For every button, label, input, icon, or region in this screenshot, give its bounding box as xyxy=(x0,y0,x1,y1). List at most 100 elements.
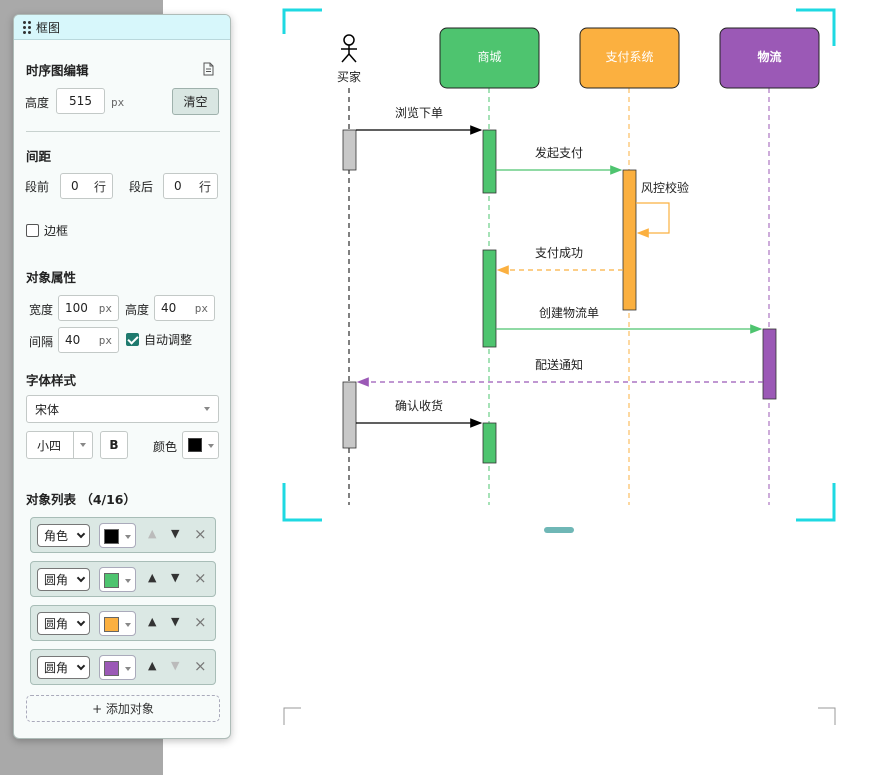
chevron-down-icon xyxy=(125,623,131,627)
space-before-input[interactable]: 0 行 xyxy=(60,173,113,199)
object-type-select[interactable]: 圆角 xyxy=(37,612,90,635)
move-down-icon[interactable]: ▼ xyxy=(171,571,179,584)
font-color-picker[interactable] xyxy=(182,431,219,459)
border-label: 边框 xyxy=(44,224,69,238)
frame-corner-bottom-left xyxy=(282,483,322,522)
bold-button[interactable]: B xyxy=(100,431,128,459)
object-color-swatch xyxy=(104,661,119,676)
document-icon[interactable] xyxy=(203,62,214,76)
clear-button[interactable]: 清空 xyxy=(172,88,219,115)
move-up-icon[interactable]: ▲ xyxy=(148,527,156,540)
object-color-picker[interactable] xyxy=(99,567,136,592)
object-color-picker[interactable] xyxy=(99,655,136,680)
object-props-title: 对象属性 xyxy=(26,270,77,285)
height-label: 高度 xyxy=(25,96,50,110)
chevron-down-icon xyxy=(80,443,86,447)
object-type-value: 圆角 xyxy=(44,617,69,631)
chevron-down-icon xyxy=(204,407,210,411)
add-object-button[interactable]: + 添加对象 xyxy=(26,695,220,722)
height-unit: px xyxy=(111,96,125,109)
object-height-input[interactable]: 40 px xyxy=(154,295,215,321)
gap-label: 间隔 xyxy=(29,335,54,349)
message-label-browse-order: 浏览下单 xyxy=(395,105,443,120)
chevron-down-icon xyxy=(76,529,86,539)
object-height-label: 高度 xyxy=(125,303,150,317)
activation-mall-1 xyxy=(482,129,497,194)
font-family-select[interactable]: 宋体 xyxy=(26,395,219,423)
activation-mall-3 xyxy=(482,422,497,464)
chevron-down-icon xyxy=(125,535,131,539)
message-label-payment-success: 支付成功 xyxy=(535,246,583,260)
font-size-value: 小四 xyxy=(27,432,74,458)
font-color-label: 颜色 xyxy=(153,440,178,454)
width-unit: px xyxy=(98,301,112,315)
space-before-unit: 行 xyxy=(93,179,106,194)
chevron-down-icon xyxy=(208,444,214,448)
message-label-delivery-notice: 配送通知 xyxy=(535,357,583,372)
space-before-value: 0 xyxy=(71,179,79,193)
move-up-icon[interactable]: ▲ xyxy=(148,571,156,584)
height-input[interactable]: 515 xyxy=(56,88,105,114)
auto-adjust-label: 自动调整 xyxy=(144,333,193,347)
spacing-title: 间距 xyxy=(26,149,52,164)
delete-icon[interactable]: × xyxy=(194,569,207,587)
gap-unit: px xyxy=(98,333,112,347)
drag-handle-icon[interactable] xyxy=(23,20,31,34)
object-type-value: 圆角 xyxy=(44,661,69,675)
space-after-input[interactable]: 0 行 xyxy=(163,173,218,199)
message-label-create-shipment: 创建物流单 xyxy=(539,306,599,320)
delete-icon[interactable]: × xyxy=(194,613,207,631)
object-row: 圆角 ▲ ▼ × xyxy=(30,649,216,685)
move-down-icon[interactable]: ▼ xyxy=(171,615,179,628)
auto-adjust-checkbox[interactable] xyxy=(126,333,139,346)
object-height-value: 40 xyxy=(161,301,177,315)
move-up-icon[interactable]: ▲ xyxy=(148,615,156,628)
chevron-down-icon xyxy=(76,661,86,671)
move-up-icon[interactable]: ▲ xyxy=(148,659,156,672)
panel-title: 框图 xyxy=(36,20,61,35)
object-row: 角色 ▲ ▼ × xyxy=(30,517,216,553)
frame-corner-bottom-right xyxy=(796,483,836,522)
object-type-select[interactable]: 角色 xyxy=(37,524,90,547)
participant-logistics-label: 物流 xyxy=(757,49,781,64)
object-type-select[interactable]: 圆角 xyxy=(37,656,90,679)
font-size-select[interactable]: 小四 xyxy=(26,431,93,459)
activation-mall-2 xyxy=(482,249,497,348)
participant-payment-label: 支付系统 xyxy=(605,50,653,64)
object-list-title: 对象列表 （4/16） xyxy=(26,492,137,507)
chevron-down-icon xyxy=(76,573,86,583)
gap-value: 40 xyxy=(65,333,81,347)
delete-icon[interactable]: × xyxy=(194,525,207,543)
activation-buyer-2 xyxy=(342,381,357,449)
object-color-swatch xyxy=(104,573,119,588)
resize-handle[interactable] xyxy=(544,527,574,533)
gap-input[interactable]: 40 px xyxy=(58,327,119,353)
width-value: 100 xyxy=(65,301,88,315)
width-input[interactable]: 100 px xyxy=(58,295,119,321)
space-after-value: 0 xyxy=(174,179,182,193)
move-down-icon[interactable]: ▼ xyxy=(171,527,179,540)
actor-icon xyxy=(341,34,357,63)
object-type-select[interactable]: 圆角 xyxy=(37,568,90,591)
message-label-confirm-receipt: 确认收货 xyxy=(395,398,443,413)
editor-title: 时序图编辑 xyxy=(26,63,89,78)
move-down-icon[interactable]: ▼ xyxy=(171,659,179,672)
participant-mall-label: 商城 xyxy=(477,49,501,64)
space-after-label: 段后 xyxy=(129,180,154,194)
height-value: 515 xyxy=(69,94,92,108)
message-arrow-risk-check xyxy=(636,202,670,238)
chevron-down-icon xyxy=(76,617,86,627)
border-checkbox[interactable] xyxy=(26,224,39,237)
panel-header[interactable]: 框图 xyxy=(14,15,230,40)
object-color-picker[interactable] xyxy=(99,611,136,636)
chevron-down-icon xyxy=(125,579,131,583)
space-before-label: 段前 xyxy=(25,180,50,194)
message-label-risk-check: 风控校验 xyxy=(641,180,689,195)
actor-label: 买家 xyxy=(337,69,361,84)
width-label: 宽度 xyxy=(29,303,54,317)
object-color-picker[interactable] xyxy=(99,523,136,548)
object-row: 圆角 ▲ ▼ × xyxy=(30,605,216,641)
delete-icon[interactable]: × xyxy=(194,657,207,675)
activation-logistics-1 xyxy=(762,328,777,400)
font-color-swatch xyxy=(188,438,202,452)
